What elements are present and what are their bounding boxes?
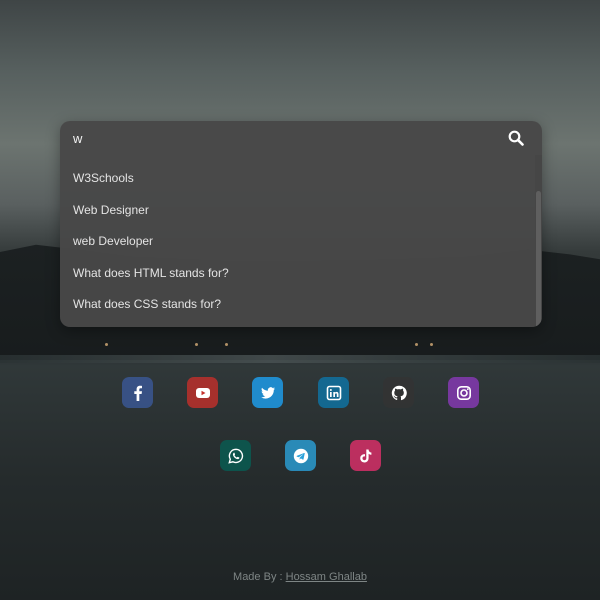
- youtube-icon: [195, 387, 210, 398]
- github-button[interactable]: [383, 377, 414, 408]
- linkedin-icon: [326, 385, 341, 400]
- background-shoreline: [0, 355, 600, 363]
- suggestion-scrollbar[interactable]: [535, 155, 542, 327]
- background-light: [430, 343, 433, 346]
- suggestion-list: W3Schools Web Designer web Developer Wha…: [60, 163, 534, 321]
- github-icon: [391, 385, 407, 400]
- tiktok-button[interactable]: [350, 440, 381, 471]
- instagram-icon: [456, 385, 471, 400]
- facebook-icon: [133, 385, 142, 401]
- author-link[interactable]: Hossam Ghallab: [286, 571, 367, 583]
- suggestion-item[interactable]: What does CSS stands for?: [60, 289, 534, 321]
- search-box: W3Schools Web Designer web Developer Wha…: [60, 121, 542, 327]
- instagram-button[interactable]: [448, 377, 479, 408]
- search-icon[interactable]: [508, 130, 524, 146]
- background-light: [105, 343, 108, 346]
- background-light: [195, 343, 198, 346]
- telegram-button[interactable]: [285, 440, 316, 471]
- whatsapp-button[interactable]: [220, 440, 251, 471]
- twitter-icon: [260, 386, 275, 399]
- whatsapp-icon: [227, 448, 243, 464]
- footer-prefix: Made By :: [233, 571, 283, 583]
- search-input[interactable]: [60, 121, 500, 155]
- youtube-button[interactable]: [187, 377, 218, 408]
- background-light: [415, 343, 418, 346]
- scrollbar-thumb[interactable]: [536, 191, 541, 327]
- background-light: [225, 343, 228, 346]
- footer: Made By : Hossam Ghallab: [0, 571, 600, 583]
- tiktok-icon: [359, 449, 371, 463]
- suggestion-item[interactable]: W3Schools: [60, 163, 534, 195]
- linkedin-button[interactable]: [318, 377, 349, 408]
- suggestion-item[interactable]: Web Designer: [60, 195, 534, 227]
- suggestion-item[interactable]: web Developer: [60, 226, 534, 258]
- suggestion-item[interactable]: What does HTML stands for?: [60, 258, 534, 290]
- facebook-button[interactable]: [122, 377, 153, 408]
- twitter-button[interactable]: [252, 377, 283, 408]
- telegram-icon: [293, 448, 308, 463]
